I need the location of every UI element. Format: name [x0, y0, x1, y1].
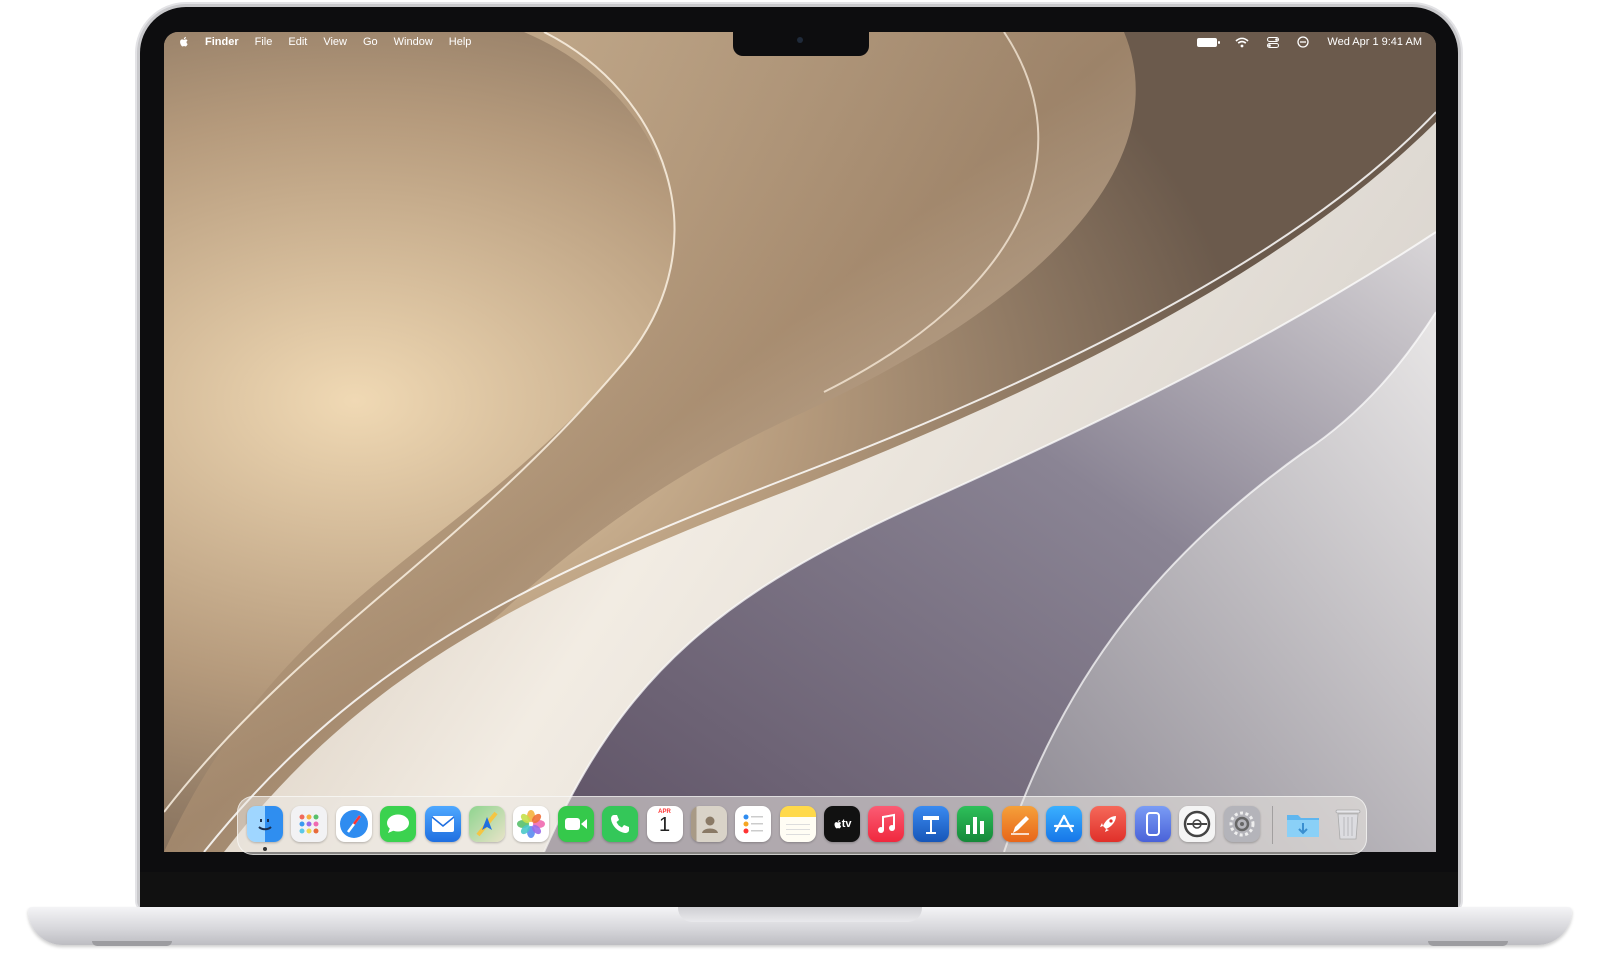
maps-icon[interactable]	[468, 806, 505, 842]
running-app-indicator	[263, 847, 267, 851]
menu-edit[interactable]: Edit	[288, 36, 307, 48]
notes-icon[interactable]	[779, 806, 816, 842]
menu-finder[interactable]: Finder	[205, 36, 239, 48]
lid-opening-notch	[678, 907, 922, 922]
control-center-icon[interactable]	[1267, 36, 1280, 48]
system-settings-icon[interactable]	[1223, 806, 1260, 842]
calendar-icon[interactable]: APR 1	[646, 806, 683, 842]
dock-separator	[1271, 806, 1273, 844]
reminders-icon[interactable]	[735, 806, 772, 842]
wallpaper-waves	[164, 32, 1436, 852]
iphone-mirroring-icon[interactable]	[1134, 806, 1171, 842]
facetime-icon[interactable]	[557, 806, 594, 842]
left-foot	[92, 941, 172, 946]
music-icon[interactable]	[868, 806, 905, 842]
launchpad-icon[interactable]	[291, 806, 328, 842]
downloads-folder-icon[interactable]	[1285, 806, 1321, 842]
macbook: Finder File Edit View Go Window Help Wed…	[0, 0, 1600, 959]
tv-icon[interactable]: tv	[824, 806, 861, 842]
contacts-icon[interactable]	[690, 806, 727, 842]
pages-icon[interactable]	[1001, 806, 1038, 842]
finder-icon[interactable]	[247, 806, 283, 842]
menu-bar: Finder File Edit View Go Window Help Wed…	[164, 32, 1436, 54]
disk-utility-icon[interactable]	[1179, 806, 1216, 842]
apple-logo-icon	[834, 819, 841, 828]
dock-icons: APR 1 tv	[247, 806, 1366, 844]
menu-clock[interactable]: Wed Apr 1 9:41 AM	[1327, 36, 1422, 48]
siri-spotlight-icon[interactable]	[1297, 36, 1310, 48]
wifi-icon[interactable]	[1235, 37, 1249, 48]
menu-go[interactable]: Go	[363, 36, 378, 48]
keynote-icon[interactable]	[912, 806, 949, 842]
rocket-icon[interactable]	[1090, 806, 1127, 842]
menu-file[interactable]: File	[255, 36, 273, 48]
apple-logo-icon[interactable]	[178, 36, 189, 48]
numbers-icon[interactable]	[957, 806, 994, 842]
tv-label: tv	[841, 818, 852, 830]
photos-icon[interactable]	[513, 806, 550, 842]
app-store-icon[interactable]	[1046, 806, 1083, 842]
desktop-wallpaper	[164, 32, 1436, 852]
trash-icon[interactable]	[1330, 806, 1366, 842]
right-foot	[1428, 941, 1508, 946]
messages-icon[interactable]	[380, 806, 417, 842]
calendar-day: 1	[658, 814, 671, 836]
screen-bezel-bottom	[140, 872, 1458, 907]
menu-help[interactable]: Help	[449, 36, 472, 48]
menu-window[interactable]: Window	[394, 36, 433, 48]
mail-icon[interactable]	[424, 806, 461, 842]
battery-icon[interactable]	[1197, 37, 1221, 47]
phone-icon[interactable]	[602, 806, 639, 842]
safari-icon[interactable]	[335, 806, 372, 842]
menu-view[interactable]: View	[323, 36, 347, 48]
